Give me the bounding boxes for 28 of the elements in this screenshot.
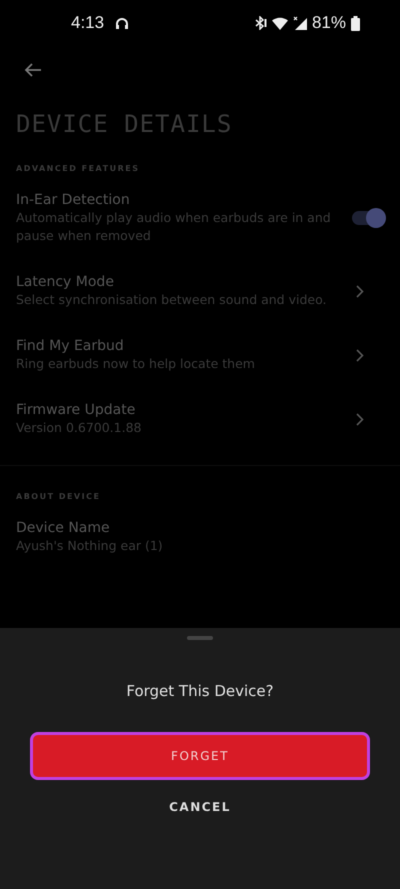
- battery-percent: 81%: [312, 13, 346, 33]
- setting-description: Version 0.6700.1.88: [16, 419, 142, 437]
- setting-title[interactable]: Firmware Update: [16, 401, 142, 419]
- setting-title[interactable]: In-Ear Detection: [16, 191, 351, 209]
- page-title: DEVICE DETAILS: [16, 110, 234, 138]
- setting-description: Ayush's Nothing ear (1): [16, 537, 163, 555]
- section-heading: ADVANCED FEATURES: [16, 164, 140, 173]
- setting-title[interactable]: Find My Earbud: [16, 337, 255, 355]
- wifi-icon: [272, 16, 288, 30]
- section-heading: ABOUT DEVICE: [16, 492, 102, 501]
- sheet-title: Forget This Device?: [126, 682, 274, 700]
- setting-description: Select synchronisation between sound and video.: [16, 291, 326, 309]
- bluetooth-icon: [254, 16, 267, 30]
- setting-description: Ring earbuds now to help locate them: [16, 355, 255, 373]
- cancel-button[interactable]: CANCEL: [159, 794, 241, 820]
- chevron-right-icon: [356, 348, 364, 362]
- chevron-right-icon: [356, 412, 364, 426]
- back-arrow-icon[interactable]: [24, 62, 42, 78]
- setting-title[interactable]: Latency Mode: [16, 273, 326, 291]
- headphones-icon: [115, 16, 130, 30]
- setting-title[interactable]: Device Name: [16, 519, 163, 537]
- battery-icon: [351, 16, 360, 30]
- forget-button[interactable]: FORGET: [30, 732, 370, 780]
- signal-icon: [292, 16, 307, 30]
- status-time: 4:13: [71, 13, 104, 33]
- setting-description: Automatically play audio when earbuds are in and pause when removed: [16, 209, 332, 245]
- chevron-right-icon: [356, 284, 364, 298]
- drag-handle[interactable]: [187, 636, 213, 640]
